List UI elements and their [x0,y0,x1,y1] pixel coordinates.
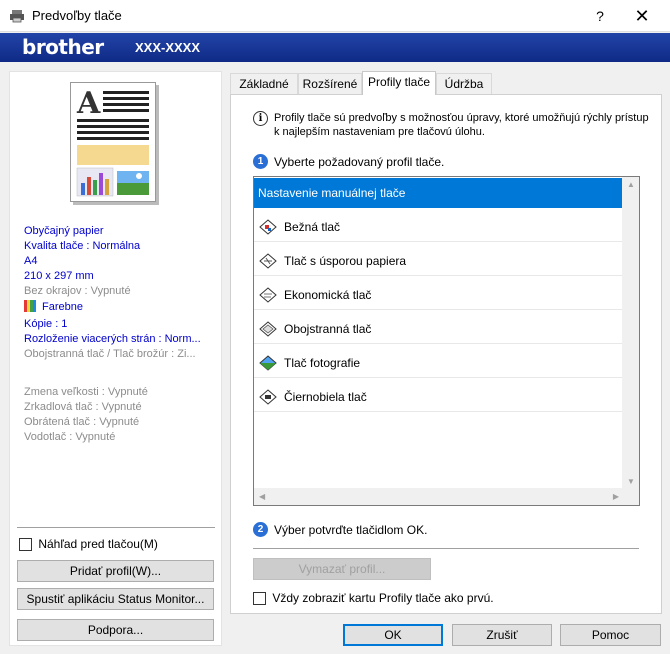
printer-icon [10,10,24,23]
divider [17,527,215,528]
list-item[interactable]: Nastavenie manuálnej tlače [254,178,622,208]
help-button[interactable]: ? [582,4,618,28]
print-preview-checkbox[interactable]: Náhľad pred tlačou(M) [19,537,158,552]
borderless-setting: Bez okrajov : Vypnuté [24,285,131,297]
tab-maintenance[interactable]: Údržba [436,73,492,94]
reverse-setting: Obrátená tlač : Vypnuté [24,416,140,428]
scroll-right-icon[interactable]: ▶ [613,492,619,501]
list-item[interactable]: Bežná tlač [254,212,622,242]
vertical-scrollbar[interactable]: ▲ ▼ [622,177,639,489]
tab-advanced[interactable]: Rozšírené [298,73,362,94]
page-preview: A [70,82,156,202]
status-monitor-button[interactable]: Spustiť aplikáciu Status Monitor... [17,588,214,610]
step-2-icon: 2 [253,522,268,537]
close-button[interactable]: ✕ [622,4,662,28]
profile-label: Čiernobiela tlač [284,390,367,404]
printer-model: XXX-XXXX [135,40,201,55]
paper-type: Obyčajný papier [24,225,104,237]
checkbox-box[interactable] [253,592,266,606]
scaling-setting: Zmena veľkosti : Vypnuté [24,386,148,398]
info-icon: i [253,111,268,126]
divider [253,548,639,549]
scroll-up-icon[interactable]: ▲ [627,180,635,189]
support-button[interactable]: Podpora... [17,619,214,641]
print-quality: Kvalita tlače : Normálna [24,240,141,252]
add-profile-button[interactable]: Pridať profil(W)... [17,560,214,582]
monochrome-print-icon [259,389,277,405]
profile-label: Obojstranná tlač [284,322,372,336]
tab-basic[interactable]: Základné [230,73,298,94]
window-title: Predvoľby tlače [32,8,122,23]
scroll-left-icon[interactable]: ◀ [259,492,265,501]
color-mode: Farebne [24,300,83,315]
always-show-checkbox[interactable]: Vždy zobraziť kartu Profily tlače ako pr… [253,591,494,606]
economy-print-icon [259,287,277,303]
profiles-description: Profily tlače sú predvoľby s možnosťou ú… [274,112,649,138]
photo-print-icon [259,355,277,371]
print-preview-label: Náhľad pred tlačou(M) [38,537,158,551]
always-show-label: Vždy zobraziť kartu Profily tlače ako pr… [272,591,494,605]
mirror-setting: Zrkadlová tlač : Vypnuté [24,401,142,413]
step-1-label: Vyberte požadovaný profil tlače. [274,155,445,169]
step-1-icon: 1 [253,154,268,169]
duplex-setting: Obojstranná tlač / Tlač brožúr : Zi... [24,348,196,360]
watermark-setting: Vodotlač : Vypnuté [24,431,116,443]
brand-bar: brother XXX-XXXX [0,33,670,62]
list-item[interactable]: Tlač s úsporou papiera [254,246,622,276]
list-item[interactable]: Tlač fotografie [254,348,622,378]
profile-label: Tlač s úsporou papiera [284,254,407,268]
profile-label: Nastavenie manuálnej tlače [258,186,406,200]
paper-saving-icon [259,253,277,269]
svg-text:A: A [76,86,101,121]
help-dialog-button[interactable]: Pomoc [560,624,661,646]
paper-size: A4 [24,255,38,267]
profile-list[interactable]: Nastavenie manuálnej tlače Bežná tlač Tl… [253,176,640,506]
ok-button[interactable]: OK [343,624,443,646]
color-mode-label: Farebne [42,301,83,313]
profile-label: Bežná tlač [284,220,341,234]
page-preview-icon: A [76,86,149,197]
settings-summary-panel: A Obyčajný papier Kvalita tlače : Normál… [9,71,222,646]
tab-print-profiles[interactable]: Profily tlače [362,71,436,95]
cancel-button[interactable]: Zrušiť [452,624,552,646]
step-2-label: Výber potvrďte tlačidlom OK. [274,523,428,537]
color-palette-icon [24,300,36,312]
general-print-icon [259,219,277,235]
duplex-print-icon [259,321,277,337]
list-item[interactable]: Ekonomická tlač [254,280,622,310]
profile-label: Ekonomická tlač [284,288,372,302]
brother-logo: brother [22,35,104,59]
copies-setting: Kópie : 1 [24,318,68,330]
list-item[interactable]: Obojstranná tlač [254,314,622,344]
profile-label: Tlač fotografie [284,356,361,370]
paper-dimensions: 210 x 297 mm [24,270,94,282]
scroll-down-icon[interactable]: ▼ [627,477,635,486]
list-item[interactable]: Čiernobiela tlač [254,382,622,412]
delete-profile-button[interactable]: Vymazať profil... [253,558,431,580]
multi-page-setting: Rozloženie viacerých strán : Norm... [24,333,201,345]
checkbox-box[interactable] [19,538,32,552]
title-bar: Predvoľby tlače ? ✕ [0,0,670,32]
horizontal-scrollbar[interactable]: ◀ ▶ [254,488,639,505]
